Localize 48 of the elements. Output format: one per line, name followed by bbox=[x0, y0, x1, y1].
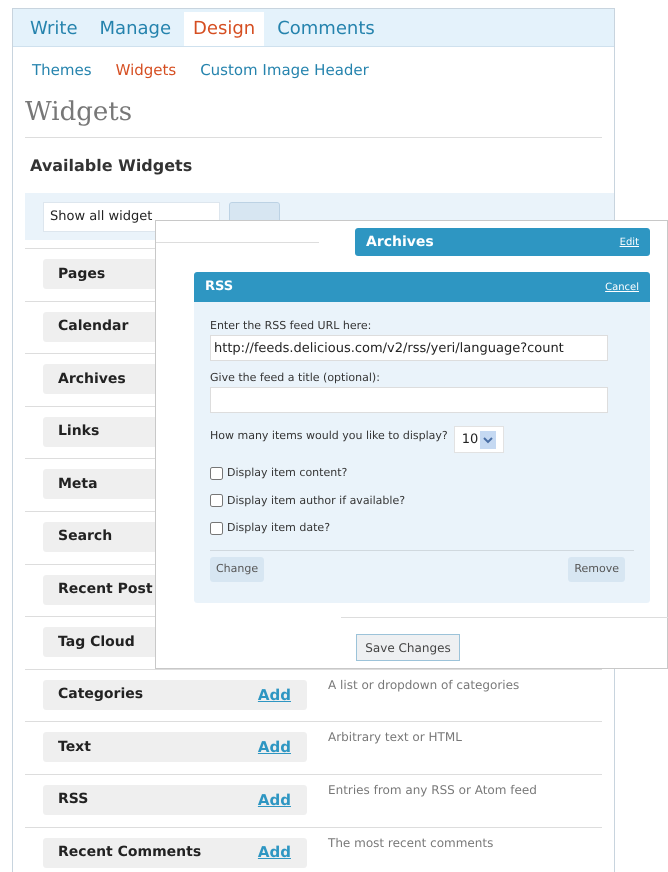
widget-button[interactable]: Remove bbox=[568, 556, 625, 582]
nav-tab[interactable]: Write bbox=[21, 12, 87, 46]
count-dropdown[interactable]: 10 bbox=[454, 426, 504, 453]
sub-tab[interactable]: Widgets bbox=[116, 59, 176, 82]
widget-title: RSS bbox=[205, 278, 234, 296]
widget-name: Recent Comments bbox=[58, 843, 202, 862]
widget-name: Recent Post bbox=[58, 580, 153, 600]
field-label: Enter the RSS feed URL here: bbox=[210, 319, 372, 333]
add-link[interactable]: Add bbox=[258, 684, 291, 706]
widget-name: Calendar bbox=[58, 317, 128, 336]
sub-tab[interactable]: Themes bbox=[32, 59, 92, 82]
field-label: Give the feed a title (optional): bbox=[210, 371, 381, 385]
widget-name: Meta bbox=[58, 474, 98, 494]
add-link[interactable]: Add bbox=[258, 788, 291, 812]
widget-name: Categories bbox=[58, 685, 144, 704]
nav-tab[interactable]: Design bbox=[184, 12, 264, 46]
widget-description: A list or dropdown of categories bbox=[328, 676, 520, 694]
widget-name: Text bbox=[58, 738, 91, 757]
title-field[interactable] bbox=[210, 387, 608, 413]
field-label: How many items would you like to display? bbox=[210, 428, 448, 443]
widget-name: Tag Cloud bbox=[58, 632, 135, 652]
widget-description: Arbitrary text or HTML bbox=[328, 729, 462, 746]
edit-link[interactable]: Edit bbox=[620, 234, 639, 250]
widget-name: Links bbox=[58, 422, 100, 442]
checkbox[interactable] bbox=[210, 494, 223, 508]
widget-description: The most recent comments bbox=[328, 834, 494, 852]
widget-name: Pages bbox=[58, 264, 106, 284]
checkbox-label: Display item author if available? bbox=[227, 492, 406, 508]
add-link[interactable]: Add bbox=[258, 736, 291, 759]
widget-description: Entries from any RSS or Atom feed bbox=[328, 782, 537, 799]
checkbox-label: Display item content? bbox=[227, 465, 348, 481]
widget-button[interactable]: Change bbox=[210, 556, 264, 582]
widget-name: RSS bbox=[58, 790, 88, 810]
add-link[interactable]: Add bbox=[258, 841, 291, 864]
section-heading: Available Widgets bbox=[29, 155, 194, 177]
cancel-link[interactable]: Cancel bbox=[605, 280, 639, 294]
nav-tab[interactable]: Comments bbox=[268, 12, 384, 46]
url-field[interactable]: http://feeds.delicious.com/v2/rss/yeri/language?count bbox=[210, 335, 608, 361]
checkbox[interactable] bbox=[210, 522, 223, 535]
nav-tab[interactable]: Manage bbox=[90, 12, 180, 46]
sub-tab[interactable]: Custom Image Header bbox=[200, 59, 369, 82]
widget-name: Archives bbox=[58, 370, 126, 389]
page-title: Widgets bbox=[24, 96, 134, 129]
widget-title: Archives bbox=[366, 232, 434, 252]
checkbox[interactable] bbox=[210, 466, 223, 480]
save-changes-button[interactable]: Save Changes bbox=[356, 634, 460, 661]
widget-name: Search bbox=[58, 527, 112, 546]
checkbox-label: Display item date? bbox=[227, 520, 330, 536]
